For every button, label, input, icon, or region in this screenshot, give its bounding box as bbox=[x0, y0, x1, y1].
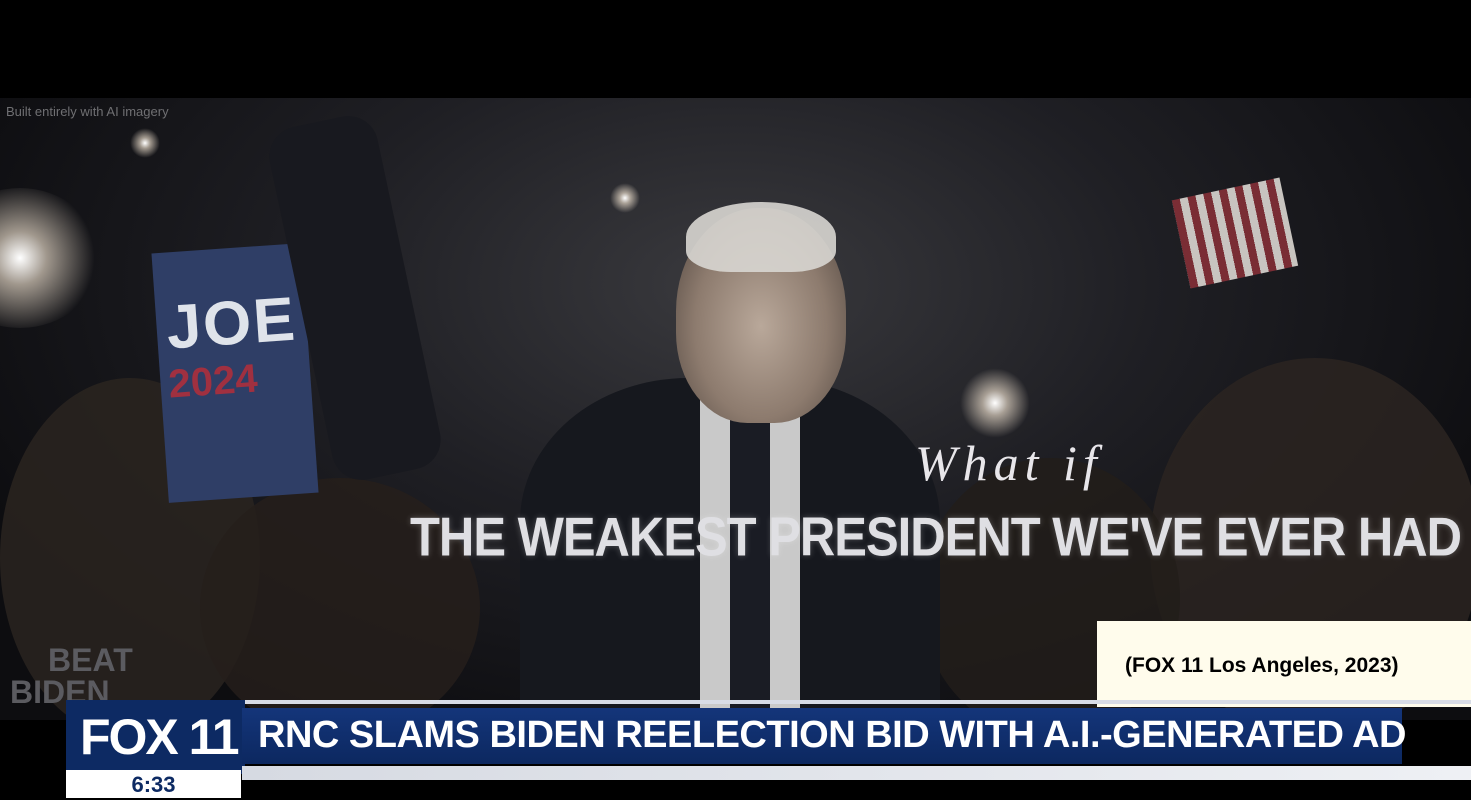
stage-light bbox=[610, 183, 640, 213]
source-caption: (FOX 11 Los Angeles, 2023) bbox=[1125, 654, 1399, 677]
person-hair bbox=[686, 202, 836, 272]
station-logo-text: FOX 11 bbox=[80, 709, 240, 765]
stage-light bbox=[130, 128, 160, 158]
news-headline-bar: RNC SLAMS BIDEN REELECTION BID WITH A.I.… bbox=[242, 708, 1406, 764]
station-logo: FOX 11 bbox=[66, 700, 245, 774]
letterbox-top bbox=[0, 0, 1471, 98]
sign-year-text: 2024 bbox=[167, 356, 259, 407]
clock-box: 6:33 bbox=[66, 770, 241, 798]
stage-light bbox=[960, 368, 1030, 438]
ad-headline: THE WEAKEST PRESIDENT WE'VE EVER HAD bbox=[410, 507, 1462, 568]
news-lower-third: FOX 11 6:33 RNC SLAMS BIDEN REELECTION B… bbox=[0, 700, 1471, 800]
american-flag bbox=[1171, 177, 1299, 289]
beat-biden-logo: BEAT BIDEN bbox=[10, 644, 133, 708]
what-if-text: What if bbox=[915, 435, 1103, 491]
clock-time: 6:33 bbox=[131, 772, 176, 797]
stage-light bbox=[0, 188, 100, 328]
logo-line-1: BEAT bbox=[48, 642, 133, 678]
lower-third-rule bbox=[240, 700, 1471, 704]
source-caption-box: (FOX 11 Los Angeles, 2023) bbox=[1097, 621, 1471, 707]
ai-imagery-note: Built entirely with AI imagery bbox=[6, 104, 169, 119]
campaign-sign: JOE 2024 bbox=[151, 243, 319, 503]
news-headline: RNC SLAMS BIDEN REELECTION BID WITH A.I.… bbox=[258, 714, 1406, 756]
sign-name-text: JOE bbox=[164, 284, 299, 363]
ticker-strip bbox=[242, 766, 1471, 780]
